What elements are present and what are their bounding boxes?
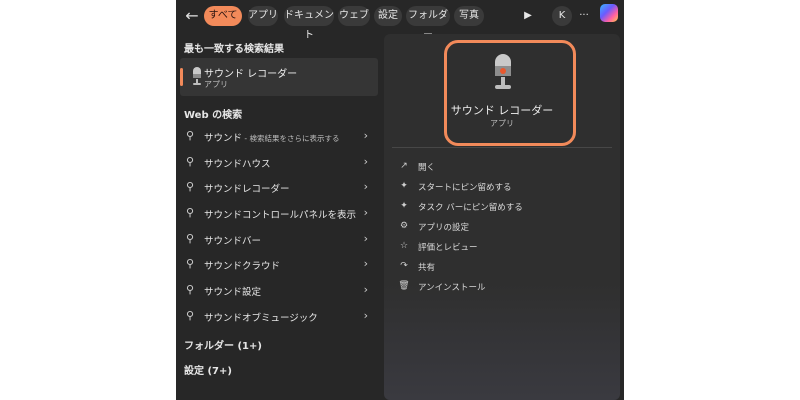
search-icon: ⚲ [186, 180, 195, 193]
search-icon: ⚲ [186, 309, 195, 322]
app-name: サウンド レコーダー [450, 104, 554, 117]
action-label: スタートにピン留めする [418, 183, 512, 193]
web-item[interactable]: ⚲ サウンドコントロールパネルを表示 › [180, 203, 378, 225]
back-arrow-icon[interactable]: ← [182, 6, 202, 26]
web-item[interactable]: ⚲ サウンドバー › [180, 229, 378, 251]
search-icon: ⚲ [186, 155, 195, 168]
best-match-result[interactable]: サウンド レコーダー アプリ [180, 58, 378, 96]
web-item[interactable]: ⚲ サウンドレコーダー › [180, 177, 378, 199]
web-item-label: サウンド [204, 133, 243, 144]
action-pin-taskbar[interactable]: ✦ タスク バーにピン留めする [394, 198, 594, 216]
best-match-type: アプリ [204, 80, 228, 89]
web-item-label: サウンドレコーダー [204, 184, 290, 195]
share-icon: ↷ [400, 261, 408, 271]
chevron-right-icon: › [363, 155, 368, 168]
chevron-right-icon: › [363, 180, 368, 193]
chevron-right-icon: › [363, 257, 368, 270]
search-panel: ← すべて アプリ ドキュメント ウェブ 設定 フォルダー 写真 ▶ K ···… [176, 0, 624, 400]
action-pin-start[interactable]: ✦ スタートにピン留めする [394, 178, 594, 196]
web-item[interactable]: ⚲ サウンドオブミュージック › [180, 306, 378, 328]
chevron-right-icon: › [363, 129, 368, 142]
microphone-icon [495, 54, 511, 89]
settings-header[interactable]: 設定 (7+) [184, 362, 232, 377]
action-share[interactable]: ↷ 共有 [394, 258, 594, 276]
more-options-icon[interactable]: ··· [574, 6, 594, 26]
web-item-label: サウンドバー [204, 236, 262, 247]
web-item[interactable]: ⚲ サウンド - 検索結果をさらに表示する › [180, 126, 378, 148]
web-item-sub: - 検索結果をさらに表示する [242, 134, 340, 143]
chevron-right-icon: › [363, 283, 368, 296]
tab-web[interactable]: ウェブ [338, 6, 370, 26]
gear-icon: ⚙ [399, 221, 409, 231]
web-item-label: サウンドオブミュージック [204, 313, 318, 324]
web-item-label: サウンドコントロールパネルを表示 [204, 210, 357, 221]
chevron-right-icon: › [363, 232, 368, 245]
chevron-right-icon: › [363, 309, 368, 322]
tab-settings[interactable]: 設定 [374, 6, 402, 26]
best-match-title: サウンド レコーダー [204, 69, 298, 80]
search-icon: ⚲ [186, 257, 195, 270]
action-label: 開く [418, 163, 436, 173]
folders-header[interactable]: フォルダー (1+) [184, 337, 262, 352]
copilot-icon[interactable] [600, 4, 618, 22]
search-icon: ⚲ [186, 206, 195, 219]
divider [392, 147, 612, 148]
microphone-icon [193, 67, 201, 85]
web-item[interactable]: ⚲ サウンドハウス › [180, 152, 378, 174]
pin-icon: ✦ [400, 181, 408, 191]
avatar[interactable]: K [552, 6, 572, 26]
action-open[interactable]: ↗ 開く [394, 158, 594, 176]
action-rate-review[interactable]: ☆ 評価とレビュー [394, 238, 594, 256]
web-search-header: Web の検索 [184, 110, 243, 121]
web-item-label: サウンドクラウド [204, 261, 281, 272]
selection-indicator [180, 68, 183, 86]
search-icon: ⚲ [186, 129, 195, 142]
web-item-label: サウンド設定 [204, 287, 262, 298]
action-label: アプリの設定 [418, 223, 470, 233]
preview-pane: サウンド レコーダー アプリ ↗ 開く ✦ スタートにピン留めする ✦ タスク … [384, 34, 620, 400]
background-gradient [384, 284, 620, 400]
web-item[interactable]: ⚲ サウンド設定 › [180, 280, 378, 302]
action-label: 評価とレビュー [418, 243, 478, 253]
chevron-right-icon: › [363, 206, 368, 219]
search-icon: ⚲ [186, 283, 195, 296]
tab-all[interactable]: すべて [204, 6, 242, 26]
action-app-settings[interactable]: ⚙ アプリの設定 [394, 218, 594, 236]
tab-documents[interactable]: ドキュメント [284, 6, 334, 41]
app-type: アプリ [490, 119, 514, 128]
web-item[interactable]: ⚲ サウンドクラウド › [180, 254, 378, 276]
web-item-label: サウンドハウス [204, 159, 271, 170]
open-icon: ↗ [400, 161, 408, 171]
best-match-header: 最も一致する検索結果 [184, 44, 284, 55]
search-icon: ⚲ [186, 232, 195, 245]
pin-icon: ✦ [400, 201, 408, 211]
tab-folders[interactable]: フォルダー [406, 6, 450, 41]
tab-photos[interactable]: 写真 [454, 6, 484, 26]
play-icon[interactable]: ▶ [518, 6, 538, 26]
filter-bar: ← すべて アプリ ドキュメント ウェブ 設定 フォルダー 写真 ▶ K ··· [176, 0, 624, 41]
action-label: タスク バーにピン留めする [418, 203, 523, 213]
tab-apps[interactable]: アプリ [248, 6, 278, 26]
star-icon: ☆ [399, 241, 409, 251]
action-label: 共有 [418, 263, 436, 273]
